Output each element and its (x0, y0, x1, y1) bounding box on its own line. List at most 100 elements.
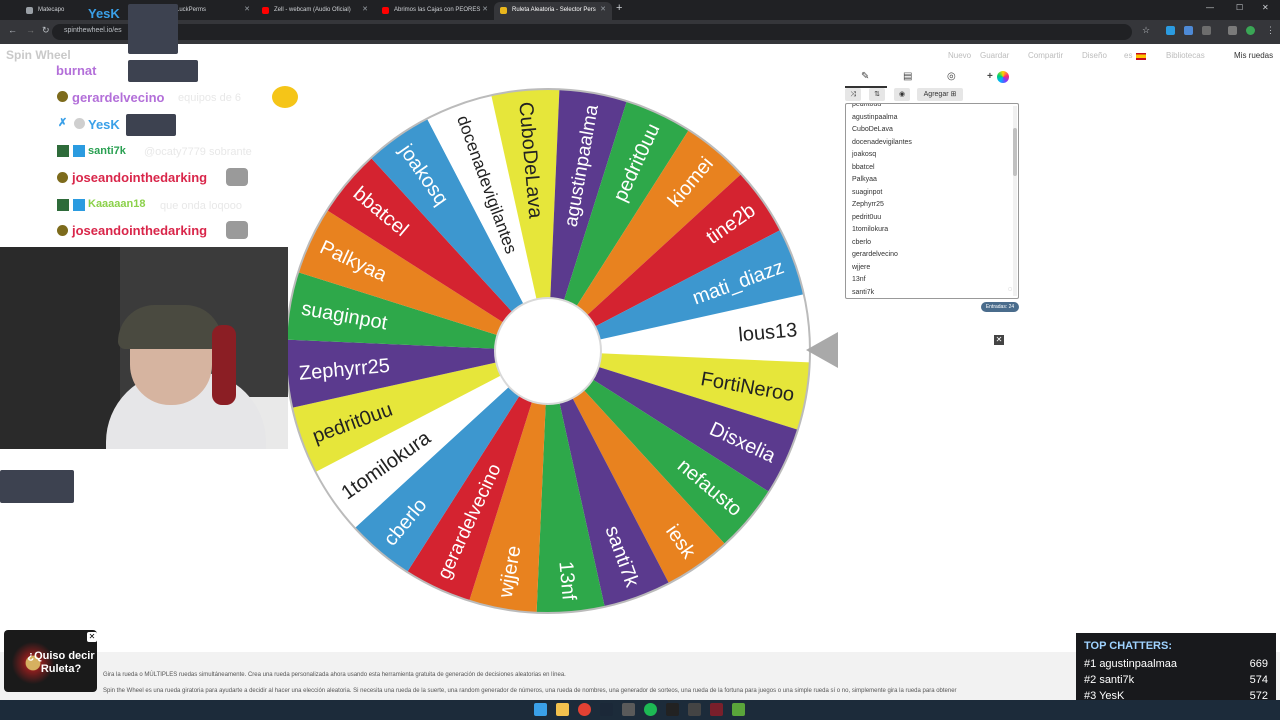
browser-tab[interactable]: Zell - webcam (Audio Oficial) ✕ (256, 2, 374, 20)
scrollbar-thumb[interactable] (1013, 128, 1017, 176)
top-chatters-widget: TOP CHATTERS: #1 agustinpaalmaa 669 #2 s… (1076, 633, 1276, 710)
entries-count-badge: Entradas: 24 (981, 302, 1019, 312)
reload-icon[interactable]: ↻ (42, 25, 50, 36)
profile-avatar-icon[interactable] (1246, 26, 1255, 35)
ad-banner[interactable]: ¿Quiso decir Ruleta? (4, 630, 97, 692)
entry-line: santi7k (852, 288, 875, 296)
color-wheel-icon[interactable] (997, 71, 1009, 83)
add-entry-button[interactable]: Agregar ⊞ (917, 88, 963, 101)
chatter-rank: #1 (1084, 658, 1097, 670)
edit-pencil-icon[interactable]: ✎ (861, 71, 869, 82)
browser-tab[interactable]: Abrimos las Cajas con PEORES ✕ (376, 2, 494, 20)
minecraft-badge-icon (57, 145, 69, 157)
tab-label: Matecapo (38, 7, 65, 13)
tab-favicon-icon (500, 7, 507, 14)
entry-line: suaginpot (852, 188, 883, 196)
chat-username: YesK (88, 6, 120, 21)
chat-username: gerardelvecino (72, 90, 165, 105)
chat-badge-icon (57, 225, 68, 236)
app-icon[interactable] (666, 703, 679, 716)
chat-username: santi7k (88, 145, 126, 157)
browser-tab-active[interactable]: Ruleta Aleatoria - Selector Pers ✕ (494, 2, 612, 20)
close-icon[interactable]: ✕ (600, 2, 606, 18)
entry-line: pedrit0uu (852, 213, 882, 221)
minimize-icon[interactable]: — (1206, 3, 1214, 12)
webcam-background (0, 247, 120, 449)
sort-icon[interactable]: ⇅ (869, 88, 885, 101)
shuffle-icon[interactable]: ⤨ (845, 88, 861, 101)
wheel-pointer-icon (806, 332, 838, 368)
forward-icon[interactable]: → (26, 25, 35, 35)
chat-emote (128, 60, 198, 82)
entries-textarea[interactable]: pedrit0uu agustinpaalma CuboDeLava docenade… (845, 103, 1019, 299)
chat-message: equipos de 6 (178, 92, 241, 104)
add-plus-icon[interactable]: + (987, 71, 993, 82)
start-menu-icon[interactable] (534, 703, 547, 716)
site-logo[interactable]: Spin Wheel (6, 48, 71, 62)
entry-line: Zephyrr25 (852, 201, 884, 208)
tab-label: LuckPerms (176, 7, 207, 13)
footer-text: Gira la rueda o MÚLTIPLES ruedas simultá… (103, 672, 566, 678)
file-explorer-icon[interactable] (556, 703, 569, 716)
design-button[interactable]: Diseño (1082, 51, 1107, 60)
entry-line: CuboDeLava (852, 126, 893, 133)
entries-toolbar: ⤨ ⇅ ◉ Agregar ⊞ (845, 88, 1019, 102)
chat-username: burnat (56, 63, 97, 78)
extensions-puzzle-icon[interactable] (1202, 26, 1211, 35)
spotify-icon[interactable] (644, 703, 657, 716)
chat-message: @ocaty7779 sobrante (144, 146, 252, 158)
libraries-button[interactable]: Bibliotecas (1166, 51, 1205, 60)
spin-wheel[interactable]: lous13FortiNerooDisxelianefaustoiesksant… (285, 82, 815, 618)
download-icon[interactable] (1228, 26, 1237, 35)
wheel-center-hub[interactable] (494, 297, 602, 405)
screen: Matecapo ✕ LuckPerms ✕ Zell - webcam (Au… (0, 0, 1280, 720)
minecraft-icon[interactable] (732, 703, 745, 716)
chrome-icon[interactable] (578, 703, 591, 716)
app-icon[interactable] (622, 703, 635, 716)
extension-icon[interactable] (1184, 26, 1193, 35)
save-button[interactable]: Guardar (980, 51, 1009, 60)
maximize-icon[interactable]: ☐ (1236, 3, 1243, 12)
entry-line: agustinpaalma (852, 113, 898, 121)
back-icon[interactable]: ← (8, 25, 17, 35)
close-icon[interactable]: ✕ (244, 2, 250, 18)
url-field[interactable]: spinthewheel.io/es (52, 24, 1132, 40)
add-entry-label: Agregar (923, 91, 949, 98)
my-wheels-button[interactable]: Mis ruedas (1228, 48, 1279, 63)
new-tab-icon[interactable]: + (616, 2, 622, 14)
more-menu-icon[interactable]: ⋮ (1266, 25, 1275, 36)
share-button[interactable]: Compartir (1028, 51, 1063, 60)
language-button[interactable]: es (1124, 51, 1132, 60)
close-icon[interactable]: ✕ (482, 2, 488, 18)
santa-emoji-icon (272, 86, 298, 108)
tab-label: Zell - webcam (Audio Oficial) (274, 7, 351, 13)
steam-icon[interactable] (600, 703, 613, 716)
hide-eye-icon[interactable]: ◎ (947, 71, 956, 82)
close-icon[interactable]: ✕ (362, 2, 368, 18)
browser-tab[interactable]: Matecapo ✕ (20, 2, 142, 20)
close-window-icon[interactable]: ✕ (1262, 3, 1269, 12)
extension-icon[interactable] (1166, 26, 1175, 35)
clipboard-icon[interactable]: ▤ (903, 71, 912, 82)
bookmark-star-icon[interactable]: ☆ (1142, 25, 1150, 36)
spain-flag-icon (1136, 53, 1146, 60)
chat-username: joseandointhedarking (72, 223, 208, 238)
resize-handle-icon[interactable]: ◌ (1008, 286, 1012, 293)
chatter-row: #1 agustinpaalmaa (1084, 658, 1177, 670)
new-wheel-button[interactable]: Nuevo (948, 51, 971, 60)
close-icon[interactable]: ✕ (994, 335, 1004, 345)
app-icon[interactable] (710, 703, 723, 716)
chat-emote (128, 4, 178, 54)
tab-label: Ruleta Aleatoria - Selector Pers (512, 7, 596, 13)
obs-icon[interactable] (688, 703, 701, 716)
close-icon[interactable]: ✕ (87, 632, 97, 642)
image-icon[interactable]: ◉ (894, 88, 910, 101)
chatter-count: 669 (1249, 658, 1268, 670)
chat-emote (226, 168, 248, 186)
chat-username: joseandointhedarking (72, 170, 208, 185)
entry-line: pedrit0uu (852, 103, 882, 108)
entry-line: wjjere (852, 263, 871, 271)
chatter-row: #2 santi7k (1084, 674, 1134, 686)
entry-line: cberlo (852, 238, 872, 246)
entry-line: docenadevigilantes (852, 138, 912, 146)
